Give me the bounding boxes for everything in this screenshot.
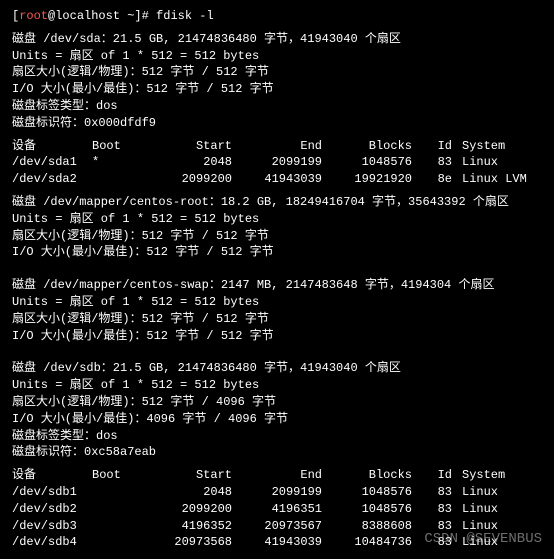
disk-swap-line4: I/O 大小(最小/最佳)：512 字节 / 512 字节 bbox=[12, 328, 542, 345]
table-row: /dev/sdb3419635220973567838860883Linux bbox=[12, 518, 542, 535]
disk-sda-block: 磁盘 /dev/sda：21.5 GB, 21474836480 字节，4194… bbox=[12, 31, 542, 132]
command: fdisk -l bbox=[156, 9, 214, 23]
terminal-output: [root@localhost ~]# fdisk -l 磁盘 /dev/sda… bbox=[12, 8, 542, 551]
disk-sda-line4: I/O 大小(最小/最佳)：512 字节 / 512 字节 bbox=[12, 81, 542, 98]
hdr-system: System bbox=[452, 138, 542, 155]
table-header: 设备BootStartEndBlocksIdSystem bbox=[12, 467, 542, 484]
prompt-user: root bbox=[19, 9, 48, 23]
disk-sda-line3: 扇区大小(逻辑/物理)：512 字节 / 512 字节 bbox=[12, 64, 542, 81]
sda-partition-table: 设备BootStartEndBlocksIdSystem /dev/sda1*2… bbox=[12, 138, 542, 188]
hdr-device: 设备 bbox=[12, 138, 92, 155]
table-row: /dev/sdb420973568419430391048473683Linux bbox=[12, 534, 542, 551]
hdr-blocks: Blocks bbox=[322, 138, 412, 155]
disk-swap-line2: Units = 扇区 of 1 * 512 = 512 bytes bbox=[12, 294, 542, 311]
disk-swap-block: 磁盘 /dev/mapper/centos-swap：2147 MB, 2147… bbox=[12, 277, 542, 344]
hdr-start: Start bbox=[142, 138, 232, 155]
disk-sdb-line3: 扇区大小(逻辑/物理)：512 字节 / 4096 字节 bbox=[12, 394, 542, 411]
disk-sdb-line6: 磁盘标识符：0xc58a7eab bbox=[12, 444, 542, 461]
hdr-end: End bbox=[232, 138, 322, 155]
disk-swap-line3: 扇区大小(逻辑/物理)：512 字节 / 512 字节 bbox=[12, 311, 542, 328]
disk-sdb-line2: Units = 扇区 of 1 * 512 = 512 bytes bbox=[12, 377, 542, 394]
table-header: 设备BootStartEndBlocksIdSystem bbox=[12, 138, 542, 155]
hdr-id: Id bbox=[412, 138, 452, 155]
disk-root-line4: I/O 大小(最小/最佳)：512 字节 / 512 字节 bbox=[12, 244, 542, 261]
disk-sda-line5: 磁盘标签类型：dos bbox=[12, 98, 542, 115]
disk-sda-line6: 磁盘标识符：0x000dfdf9 bbox=[12, 115, 542, 132]
disk-root-line1: 磁盘 /dev/mapper/centos-root：18.2 GB, 1824… bbox=[12, 194, 542, 211]
prompt-host: localhost bbox=[55, 9, 120, 23]
hdr-boot: Boot bbox=[92, 138, 142, 155]
disk-root-line3: 扇区大小(逻辑/物理)：512 字节 / 512 字节 bbox=[12, 228, 542, 245]
disk-sdb-line5: 磁盘标签类型：dos bbox=[12, 428, 542, 445]
table-row: /dev/sdb220992004196351104857683Linux bbox=[12, 501, 542, 518]
disk-sdb-block: 磁盘 /dev/sdb：21.5 GB, 21474836480 字节，4194… bbox=[12, 360, 542, 461]
disk-root-line2: Units = 扇区 of 1 * 512 = 512 bytes bbox=[12, 211, 542, 228]
disk-swap-line1: 磁盘 /dev/mapper/centos-swap：2147 MB, 2147… bbox=[12, 277, 542, 294]
prompt-line[interactable]: [root@localhost ~]# fdisk -l bbox=[12, 8, 542, 25]
table-row: /dev/sda1*20482099199104857683Linux bbox=[12, 154, 542, 171]
sdb-partition-table: 设备BootStartEndBlocksIdSystem /dev/sdb120… bbox=[12, 467, 542, 551]
table-row: /dev/sdb120482099199104857683Linux bbox=[12, 484, 542, 501]
disk-sdb-line1: 磁盘 /dev/sdb：21.5 GB, 21474836480 字节，4194… bbox=[12, 360, 542, 377]
prompt-path: ~]# bbox=[120, 9, 156, 23]
table-row: /dev/sda2209920041943039199219208eLinux … bbox=[12, 171, 542, 188]
disk-sda-line1: 磁盘 /dev/sda：21.5 GB, 21474836480 字节，4194… bbox=[12, 31, 542, 48]
disk-root-block: 磁盘 /dev/mapper/centos-root：18.2 GB, 1824… bbox=[12, 194, 542, 261]
disk-sdb-line4: I/O 大小(最小/最佳)：4096 字节 / 4096 字节 bbox=[12, 411, 542, 428]
disk-sda-line2: Units = 扇区 of 1 * 512 = 512 bytes bbox=[12, 48, 542, 65]
